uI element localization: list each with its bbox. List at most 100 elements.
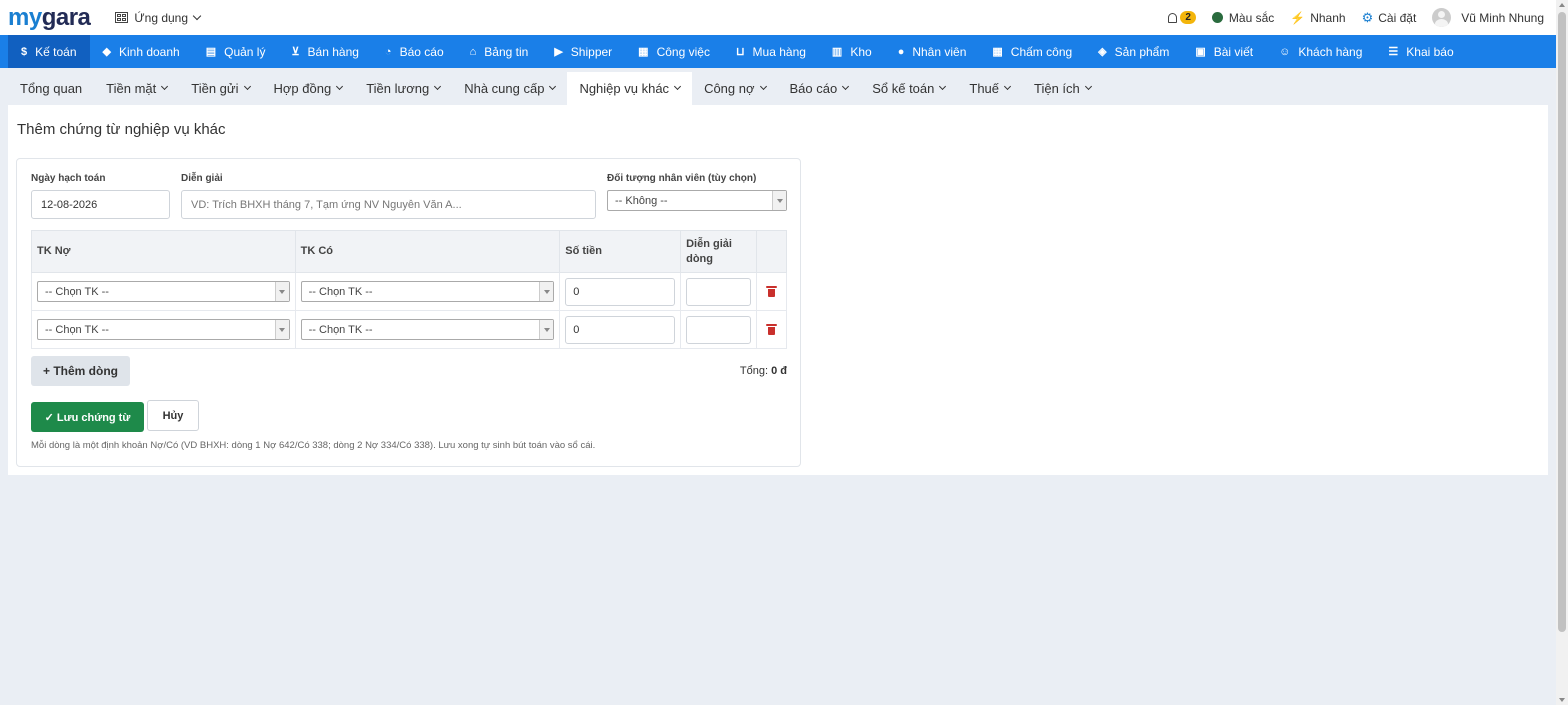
main-nav-item-san-pham[interactable]: ◈ Sản phẩm <box>1085 35 1182 68</box>
main-nav-item-ban-hang[interactable]: ⊻ Bán hàng <box>278 35 371 68</box>
main-nav-item-khach-hang[interactable]: ☺ Khách hàng <box>1266 35 1375 68</box>
settings-label: Cài đặt <box>1378 10 1417 25</box>
dropdown-arrow-icon <box>539 282 554 301</box>
palette-icon <box>1211 12 1223 23</box>
employee-select[interactable]: -- Không -- <box>607 190 787 211</box>
dropdown-arrow-icon <box>772 191 786 210</box>
chevron-down-icon <box>842 82 850 91</box>
page-title: Thêm chứng từ nghiệp vụ khác <box>17 121 226 138</box>
dropdown-arrow-icon <box>274 320 289 339</box>
chevron-down-icon <box>192 11 202 20</box>
chevron-down-icon <box>1084 82 1092 91</box>
user-name: Vũ Minh Nhung <box>1461 10 1544 25</box>
list-icon: ☰ <box>1388 46 1399 58</box>
table-row: -- Chọn TK -- -- Chọn TK -- <box>31 310 787 349</box>
tab-bao-cao[interactable]: Báo cáo <box>778 72 861 105</box>
basket-icon: ⊔ <box>735 46 745 58</box>
quick-button[interactable]: ⚡ Nhanh <box>1290 11 1345 25</box>
tab-thue[interactable]: Thuế <box>957 72 1022 105</box>
main-nav-item-cong-viec[interactable]: ▦ Công việc <box>625 35 723 68</box>
dollar-icon: $ <box>21 45 28 58</box>
entry-lines-table: TK Nợ TK Có Số tiền Diễn giải dòng -- Ch… <box>31 230 787 349</box>
description-input[interactable] <box>181 190 596 219</box>
tab-tien-mat[interactable]: Tiền mặt <box>94 72 179 105</box>
voucher-form-card: Ngày hạch toán Diễn giải Đối tượng nhân … <box>16 158 801 467</box>
dropdown-arrow-icon <box>539 320 554 339</box>
quick-label: Nhanh <box>1310 10 1346 25</box>
avatar <box>1432 8 1452 27</box>
calendar-check-icon: ▦ <box>992 46 1003 58</box>
main-nav-item-bang-tin[interactable]: ⌂ Bảng tin <box>457 35 542 68</box>
tab-tien-luong[interactable]: Tiền lương <box>354 72 452 105</box>
amount-input[interactable] <box>565 277 676 306</box>
chevron-down-icon <box>939 82 947 91</box>
main-nav-item-ke-toan[interactable]: $ Kế toán <box>8 35 90 68</box>
add-line-button[interactable]: + Thêm dòng <box>31 356 130 386</box>
chevron-down-icon <box>759 82 767 91</box>
calendar-icon: ▦ <box>638 46 649 58</box>
description-label: Diễn giải <box>181 173 223 184</box>
cart-icon: ⊻ <box>291 46 300 58</box>
save-voucher-button[interactable]: ✓ Lưu chứng từ <box>31 402 144 432</box>
line-description-input[interactable] <box>686 277 752 306</box>
main-nav-item-cham-cong[interactable]: ▦ Chấm công <box>979 35 1085 68</box>
color-button[interactable]: Màu sắc <box>1211 11 1274 25</box>
chevron-down-icon <box>336 82 344 91</box>
scrollbar-thumb[interactable] <box>1558 12 1566 632</box>
dropdown-arrow-icon <box>274 282 289 301</box>
tab-tien-gui[interactable]: Tiền gửi <box>179 72 261 105</box>
page-scrollbar[interactable] <box>1556 0 1568 705</box>
debit-account-select[interactable]: -- Chọn TK -- <box>37 281 290 302</box>
bolt-icon: ⚡ <box>1290 10 1306 25</box>
home-icon: ⌂ <box>469 45 477 58</box>
header-debit-account: TK Nợ <box>31 230 296 273</box>
top-bar: mygara Ứng dụng 2 Màu sắc ⚡ Nhanh ⚙ Cài … <box>0 0 1556 35</box>
credit-account-select[interactable]: -- Chọn TK -- <box>300 281 555 302</box>
date-label: Ngày hạch toán <box>31 173 106 184</box>
apps-menu-button[interactable]: Ứng dụng <box>115 11 202 25</box>
tab-hop-dong[interactable]: Hợp đồng <box>262 72 355 105</box>
cancel-button[interactable]: Hủy <box>147 400 199 431</box>
main-nav-item-kho[interactable]: ▥ Kho <box>819 35 885 68</box>
credit-account-select[interactable]: -- Chọn TK -- <box>300 319 555 340</box>
employee-label: Đối tượng nhân viên (tùy chọn) <box>607 173 757 184</box>
chevron-down-icon <box>1003 82 1012 91</box>
smile-icon: ☺ <box>1279 45 1291 58</box>
sub-nav: Tổng quan Tiền mặt Tiền gửi Hợp đồng Tiề… <box>8 72 1548 105</box>
scroll-down-arrow-icon[interactable] <box>1559 698 1565 702</box>
notification-badge: 2 <box>1180 11 1196 24</box>
trash-icon[interactable] <box>766 324 777 335</box>
pie-chart-icon: ◔ <box>384 45 392 58</box>
main-nav-item-shipper[interactable]: ▶ Shipper <box>541 35 625 68</box>
logo[interactable]: mygara <box>8 5 91 30</box>
date-field[interactable] <box>31 190 170 219</box>
header-amount: Số tiền <box>559 230 682 273</box>
tab-nha-cung-cap[interactable]: Nhà cung cấp <box>452 72 567 105</box>
amount-input[interactable] <box>565 315 676 344</box>
main-nav-item-khai-bao[interactable]: ☰ Khai báo <box>1375 35 1466 68</box>
notifications-button[interactable]: 2 <box>1168 11 1196 24</box>
warehouse-icon: ▥ <box>831 46 843 58</box>
main-nav-item-quan-ly[interactable]: ▤ Quản lý <box>193 35 279 68</box>
tab-nghiep-vu-khac[interactable]: Nghiệp vụ khác <box>567 72 693 105</box>
chevron-down-icon <box>674 82 682 91</box>
line-description-input[interactable] <box>686 315 752 344</box>
tab-so-ke-toan[interactable]: Sổ kế toán <box>860 72 957 105</box>
trash-icon[interactable] <box>766 286 777 297</box>
main-nav-item-bai-viet[interactable]: ▣ Bài viết <box>1182 35 1266 68</box>
truck-icon: ▶ <box>554 46 563 58</box>
settings-button[interactable]: ⚙ Cài đặt <box>1362 10 1417 26</box>
tab-tien-ich[interactable]: Tiện ích <box>1022 72 1103 105</box>
scroll-up-arrow-icon[interactable] <box>1559 3 1565 7</box>
header-line-description: Diễn giải dòng <box>680 230 758 273</box>
main-nav-item-kinh-doanh[interactable]: ◆ Kinh doanh <box>90 35 193 68</box>
chevron-down-icon <box>161 82 169 91</box>
main-nav-item-bao-cao[interactable]: ◔ Báo cáo <box>372 35 457 68</box>
tab-tong-quan[interactable]: Tổng quan <box>8 72 94 105</box>
main-nav-item-mua-hang[interactable]: ⊔ Mua hàng <box>723 35 819 68</box>
help-text: Mỗi dòng là một định khoản Nợ/Có (VD BHX… <box>31 440 596 451</box>
user-menu[interactable]: Vũ Minh Nhung <box>1432 8 1544 27</box>
debit-account-select[interactable]: -- Chọn TK -- <box>37 319 290 340</box>
tab-cong-no[interactable]: Công nợ <box>692 72 777 105</box>
main-nav-item-nhan-vien[interactable]: ● Nhân viên <box>885 35 980 68</box>
